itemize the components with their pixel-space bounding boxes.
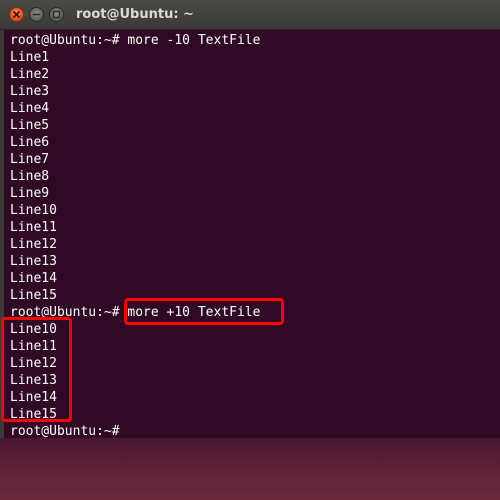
- desktop-background: [0, 438, 500, 500]
- output-highlight-box: [1, 317, 72, 422]
- terminal-line: Line7: [10, 152, 50, 167]
- minimize-button[interactable]: [29, 7, 44, 22]
- terminal-output[interactable]: root@Ubuntu:~# more -10 TextFile Line1 L…: [0, 30, 500, 439]
- terminal-line: Line9: [10, 186, 50, 201]
- title-bar[interactable]: root@Ubuntu: ~: [0, 0, 500, 30]
- terminal-line: Line8: [10, 169, 50, 184]
- terminal-line: Line15: [10, 288, 57, 303]
- terminal-line: Line6: [10, 135, 50, 150]
- terminal-line: Line1: [10, 50, 50, 65]
- terminal-window: root@Ubuntu: ~ root@Ubuntu:~# more -10 T…: [0, 0, 500, 500]
- maximize-icon: [52, 10, 61, 19]
- window-title: root@Ubuntu: ~: [76, 7, 194, 22]
- terminal-line: Line14: [10, 271, 57, 286]
- terminal-line-command: root@Ubuntu:~# more -10 TextFile: [10, 33, 261, 48]
- terminal-line: Line4: [10, 101, 50, 116]
- close-button[interactable]: [9, 7, 24, 22]
- terminal-line: Line13: [10, 254, 57, 269]
- terminal-line: Line2: [10, 67, 50, 82]
- terminal-line: Line11: [10, 220, 57, 235]
- terminal-line: Line10: [10, 203, 57, 218]
- close-icon: [13, 11, 20, 18]
- terminal-line: Line12: [10, 237, 57, 252]
- terminal-line: Line5: [10, 118, 50, 133]
- minimize-icon: [32, 13, 41, 16]
- maximize-button[interactable]: [49, 7, 64, 22]
- command-highlight-box: [124, 298, 284, 325]
- terminal-line: Line3: [10, 84, 50, 99]
